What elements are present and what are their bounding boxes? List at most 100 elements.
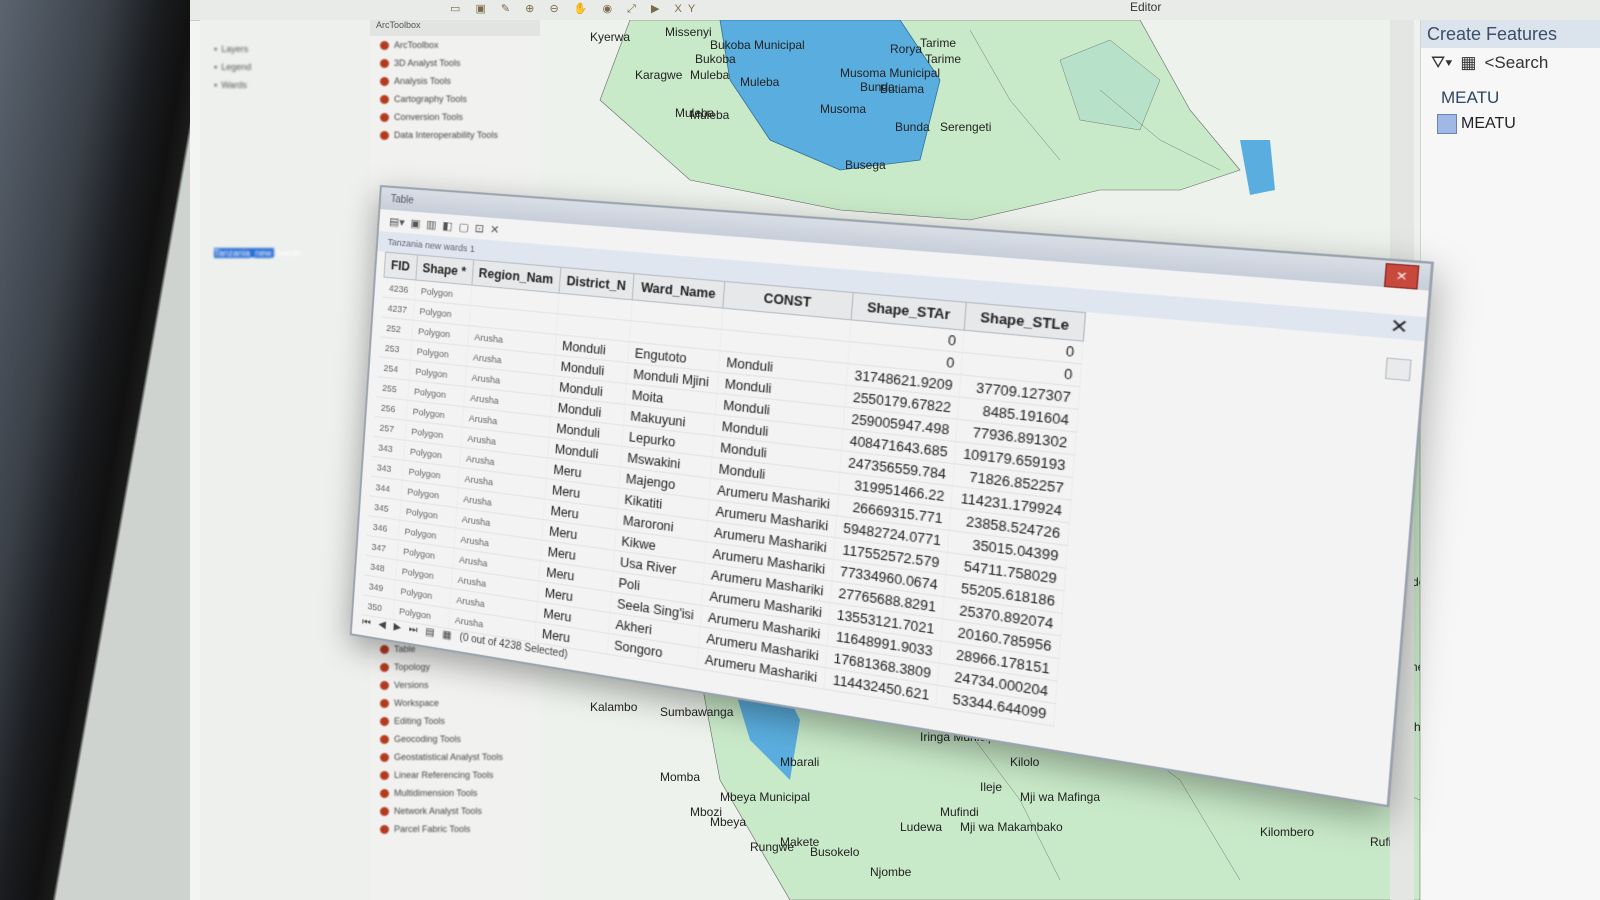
- switch-selection-icon[interactable]: ◧: [442, 219, 453, 233]
- toolbox-item[interactable]: Analysis Tools: [370, 72, 540, 90]
- map-label: Kalambo: [590, 700, 638, 714]
- filter-icon[interactable]: ⛛▾: [1431, 53, 1452, 73]
- map-label: Tarime: [925, 52, 962, 66]
- map-label: Butiama: [880, 82, 925, 96]
- map-label: Muleba: [690, 68, 730, 82]
- map-label: Mbarali: [780, 755, 820, 769]
- nav-first-icon[interactable]: ⏮: [362, 616, 371, 628]
- main-toolbar: ▭ ▣ ✎ ⊕ ⊖ ✋ ◉ ⤢ ▶ XY Editor: [190, 0, 1600, 21]
- map-label: Sumbawanga: [660, 705, 734, 719]
- map-label: Tarime: [920, 36, 957, 50]
- template-group-label: MEATU: [1441, 88, 1500, 107]
- toolbox-icon: [380, 40, 389, 50]
- map-label: Serengeti: [940, 120, 992, 134]
- map-label: Musoma Municipal: [840, 66, 941, 80]
- polygon-swatch-icon: [1437, 114, 1457, 134]
- toolbox-item[interactable]: Geostatistical Analyst Tools: [370, 748, 540, 766]
- template-item[interactable]: MEATU: [1421, 108, 1600, 134]
- toolbox-item[interactable]: Workspace: [370, 694, 540, 712]
- map-label: Momba: [660, 770, 701, 784]
- map-label: Missenyi: [665, 25, 712, 39]
- map-label: Karagwe: [635, 68, 683, 82]
- toolbox-item[interactable]: Data Interoperability Tools: [370, 126, 540, 144]
- toolbox-item[interactable]: Geocoding Tools: [370, 730, 540, 748]
- close-window-button[interactable]: ×: [1383, 263, 1420, 290]
- table-of-contents-pane: ▪ Layers ▪ Legend ▪ Wards Tanzania_new_ward…: [200, 20, 371, 900]
- map-label: Busokelo: [810, 845, 860, 859]
- toolbox-icon: [380, 76, 389, 86]
- nav-last-icon[interactable]: ⏭: [408, 624, 417, 636]
- toolbox-icon: [380, 770, 389, 780]
- map-label: Bukoba Municipal: [710, 38, 805, 52]
- editor-menu[interactable]: Editor: [1130, 0, 1161, 14]
- map-label: Rungwe: [750, 840, 795, 854]
- toolbox-icon: [380, 662, 389, 672]
- close-tab-icon[interactable]: ✕: [1389, 314, 1410, 340]
- toolbox-item[interactable]: Versions: [370, 676, 540, 694]
- layer-icon: ▪: [214, 80, 218, 90]
- toolbox-icon: [380, 824, 389, 834]
- show-all-records-icon[interactable]: ▤: [425, 626, 435, 639]
- toolbox-title: ArcToolbox: [370, 20, 540, 36]
- table-tab[interactable]: Tanzania new wards 1: [387, 237, 475, 254]
- toolbox-icon: [380, 130, 389, 140]
- toolbox-item[interactable]: Parcel Fabric Tools: [370, 820, 540, 838]
- toolbar-icons[interactable]: ▭ ▣ ✎ ⊕ ⊖ ✋ ◉ ⤢ ▶ XY: [450, 2, 701, 16]
- toolbox-icon: [380, 94, 389, 104]
- table-options-icon[interactable]: ▤▾: [389, 214, 405, 228]
- toolbox-icon: [380, 112, 389, 122]
- toolbox-icon: [380, 716, 389, 726]
- nav-next-icon[interactable]: ▶: [393, 621, 401, 633]
- layers-icon: ▪: [214, 44, 218, 54]
- map-label: Musoma: [820, 102, 867, 116]
- scroll-thumb[interactable]: [1384, 357, 1412, 382]
- create-features-panel: Create Features ⛛▾ ▦ <Search MEATU MEATU: [1420, 20, 1600, 900]
- map-label: Ileje: [980, 780, 1003, 794]
- toc-item[interactable]: ▪ Legend: [200, 58, 370, 76]
- show-selected-records-icon[interactable]: ▦: [442, 629, 452, 642]
- toolbox-icon: [380, 58, 389, 68]
- toc-item[interactable]: ▪ Layers: [200, 40, 370, 58]
- related-tables-icon[interactable]: ▣: [410, 216, 421, 230]
- create-features-title: Create Features: [1421, 20, 1600, 48]
- toolbox-item[interactable]: Conversion Tools: [370, 108, 540, 126]
- select-by-attributes-icon[interactable]: ▥: [426, 217, 437, 231]
- toolbox-item[interactable]: Editing Tools: [370, 712, 540, 730]
- zoom-to-selected-icon[interactable]: ⊡: [474, 221, 484, 235]
- toolbox-icon: [380, 734, 389, 744]
- toc-selected-layer[interactable]: Tanzania_new_wards: [200, 244, 370, 262]
- clear-selection-icon[interactable]: ▢: [458, 220, 469, 234]
- organize-templates-icon[interactable]: ▦: [1460, 53, 1476, 73]
- toolbox-item[interactable]: 3D Analyst Tools: [370, 54, 540, 72]
- toc-item[interactable]: ▪ Wards: [200, 76, 370, 94]
- map-label: Bunda: [895, 120, 930, 134]
- toolbox-item[interactable]: Linear Referencing Tools: [370, 766, 540, 784]
- delete-selected-icon[interactable]: ✕: [490, 222, 500, 236]
- map-label: Mji wa Mafinga: [1020, 790, 1101, 804]
- nav-prev-icon[interactable]: ◀: [378, 619, 386, 631]
- toolbox-item[interactable]: Cartography Tools: [370, 90, 540, 108]
- map-label: Ludewa: [900, 820, 943, 834]
- toolbox-icon: [380, 644, 389, 654]
- toolbox-icon: [380, 806, 389, 816]
- toolbox-item[interactable]: Network Analyst Tools: [370, 802, 540, 820]
- search-templates-input[interactable]: <Search: [1484, 53, 1548, 73]
- layer-icon: ▪: [214, 62, 218, 72]
- map-label: Kilolo: [1010, 755, 1040, 769]
- toolbox-icon: [380, 788, 389, 798]
- map-label: Mbeya Municipal: [720, 790, 811, 804]
- map-label: Mbeya: [710, 815, 747, 829]
- map-label: Kilombero: [1260, 825, 1315, 839]
- toolbox-icon: [380, 752, 389, 762]
- toolbox-item[interactable]: Multidimension Tools: [370, 784, 540, 802]
- toolbox-item[interactable]: ArcToolbox: [370, 36, 540, 54]
- map-label: Busega: [845, 158, 886, 172]
- toolbox-icon: [380, 698, 389, 708]
- map-label: Bukoba: [695, 52, 736, 66]
- toolbox-icon: [380, 680, 389, 690]
- map-label: Mji wa Makambako: [960, 820, 1063, 834]
- map-label: Muleba: [690, 108, 730, 122]
- column-header[interactable]: FID: [383, 252, 418, 280]
- map-label: Kyerwa: [590, 30, 631, 44]
- map-label: Rorya: [890, 42, 923, 56]
